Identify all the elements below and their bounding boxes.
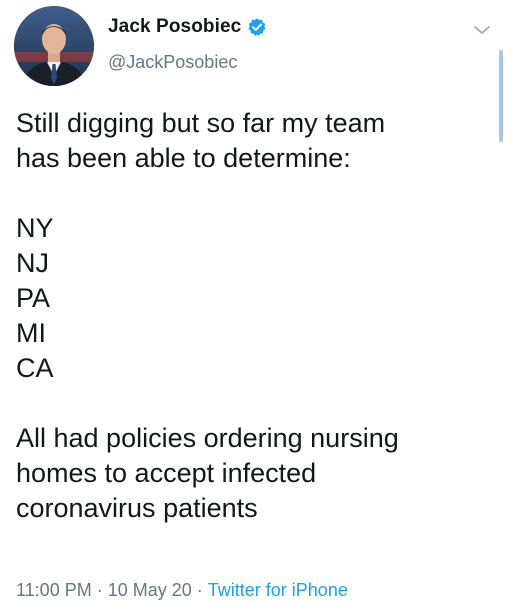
tweet-line: coronavirus patients <box>16 493 258 523</box>
tweet-line: has been able to determine: <box>16 143 351 173</box>
tweet-line: homes to accept infected <box>16 458 317 488</box>
state-item: NJ <box>16 248 49 278</box>
handle[interactable]: @JackPosobiec <box>108 52 237 73</box>
tweet-card: Jack Posobiec @JackPosobiec Still diggin… <box>0 0 506 600</box>
state-item: MI <box>16 318 46 348</box>
avatar[interactable] <box>14 6 94 86</box>
tweet-meta: 11:00 PM · 10 May 20 · Twitter for iPhone <box>16 580 348 601</box>
tweet-source-link[interactable]: Twitter for iPhone <box>208 580 348 600</box>
state-item: PA <box>16 283 51 313</box>
meta-separator: · <box>96 580 103 600</box>
tweet-line: All had policies ordering nursing <box>16 423 399 453</box>
chevron-down-icon[interactable] <box>472 22 492 38</box>
state-item: NY <box>16 213 54 243</box>
state-item: CA <box>16 353 54 383</box>
meta-separator: · <box>196 580 203 600</box>
tweet-date[interactable]: 10 May 20 <box>108 580 192 600</box>
tweet-line: Still digging but so far my team <box>16 108 386 138</box>
tweet-time[interactable]: 11:00 PM <box>16 580 92 600</box>
profile-photo-icon <box>14 6 94 86</box>
tweet-text: Still digging but so far my team has bee… <box>16 106 486 526</box>
scrollbar[interactable] <box>499 50 503 142</box>
author-name-row[interactable]: Jack Posobiec <box>108 14 267 40</box>
display-name[interactable]: Jack Posobiec <box>108 16 241 38</box>
verified-badge-icon <box>248 18 266 36</box>
